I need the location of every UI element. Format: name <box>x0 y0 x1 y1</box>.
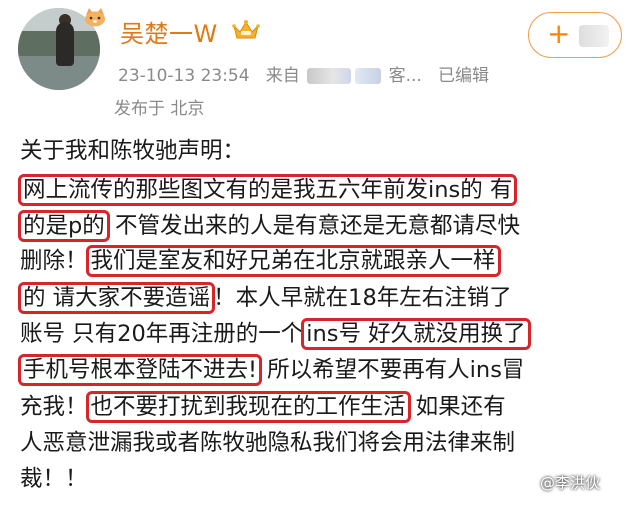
highlighted-text: 我们是室友和好兄弟在北京就跟亲人一样 <box>85 245 501 277</box>
avatar-person <box>56 22 74 66</box>
post-text: 关于我和陈牧驰声明： <box>20 138 246 164</box>
post-text: 不管发出来的人是有意还是无意都请尽快 <box>107 213 520 239</box>
highlighted-text: 手机号根本登陆不进去! <box>18 354 263 386</box>
highlighted-text: 网上流传的那些图文有的是我五六年前发ins的 有 <box>18 174 518 206</box>
post-line: 关于我和陈牧驰声明： <box>20 132 245 171</box>
post-text: 如果还有 <box>408 394 506 420</box>
post-meta: 23-10-13 23:54 来自 客... 已编辑 <box>118 61 489 86</box>
post-line: 裁！！ <box>20 460 88 499</box>
source-blur-redaction-2 <box>355 68 382 84</box>
post-line: 删除！ 我们是室友和好兄弟在北京就跟亲人一样 <box>20 242 501 281</box>
edited-label[interactable]: 已编辑 <box>438 61 489 86</box>
highlighted-text: 也不要打扰到我现在的工作生活 <box>85 391 411 423</box>
post-text: 裁！！ <box>20 466 88 492</box>
post-text: 所以希望不要再有人ins冒 <box>260 357 525 383</box>
crown-icon[interactable] <box>232 18 260 40</box>
post-text: 充我！ <box>20 394 88 420</box>
post-source-prefix: 来自 <box>265 66 300 86</box>
watermark: @李洪伙 <box>540 474 601 492</box>
follow-button[interactable]: + <box>528 12 622 58</box>
post-line: 充我！ 也不要打扰到我现在的工作生活 如果还有 <box>20 388 506 427</box>
post-timestamp: 23-10-13 23:54 <box>118 66 250 86</box>
highlighted-text: 的是p的 <box>18 210 110 242</box>
source-blur-redaction <box>307 68 352 84</box>
username[interactable]: 吴楚一W <box>120 14 218 49</box>
post-line: 人恶意泄漏我或者陈牧驰隐私我们将会用法律来制 <box>20 424 515 463</box>
post-line: 手机号根本登陆不进去! 所以希望不要再有人ins冒 <box>18 351 525 390</box>
highlighted-text: ins号 好久就没用换了 <box>301 318 531 350</box>
post-line: 账号 只有20年再注册的一个 ins号 好久就没用换了 <box>20 315 531 354</box>
post-line: 的是p的 不管发出来的人是有意还是无意都请尽快 <box>18 207 520 246</box>
post-line: 网上流传的那些图文有的是我五六年前发ins的 有 <box>18 171 518 210</box>
highlighted-text: 的 请大家不要造谣 <box>18 282 216 314</box>
post-line: 的 请大家不要造谣 ！本人早就在18年左右注销了 <box>18 279 512 318</box>
plus-icon: + <box>547 17 571 50</box>
follow-blur-redaction <box>579 25 609 47</box>
cat-badge-icon <box>85 8 105 27</box>
post-location: 发布于 北京 <box>114 99 205 119</box>
post-text: ！本人早就在18年左右注销了 <box>213 285 512 311</box>
post-text: 删除！ <box>20 248 88 274</box>
post-source-suffix[interactable]: 客... <box>389 61 422 86</box>
post-text: 人恶意泄漏我或者陈牧驰隐私我们将会用法律来制 <box>20 430 516 456</box>
post-text: 账号 只有20年再注册的一个 <box>20 321 304 347</box>
